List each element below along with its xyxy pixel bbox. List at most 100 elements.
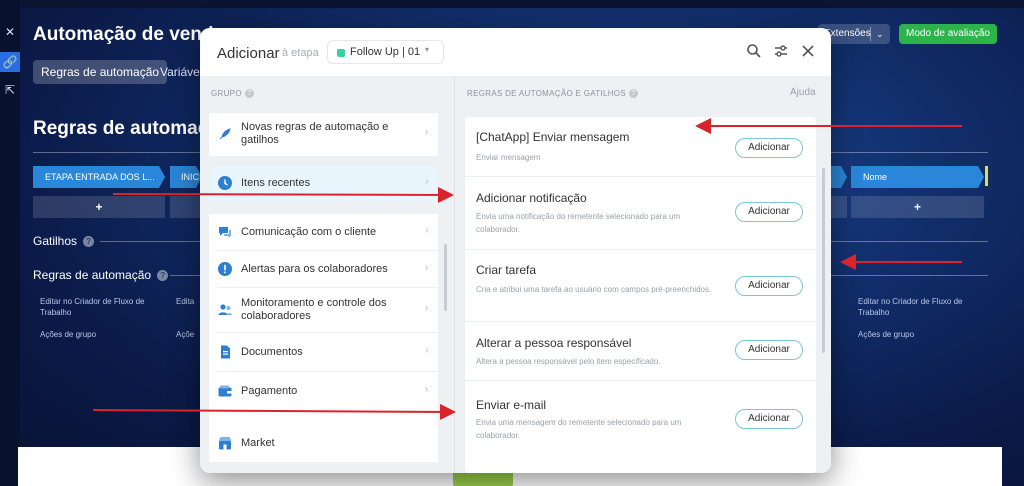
chevron-right-icon: › (425, 384, 429, 395)
add-rule-button[interactable] (170, 196, 200, 218)
tab-automation-rules[interactable]: Regras de automação (33, 60, 168, 84)
help-icon[interactable]: ? (628, 89, 638, 99)
group-item-market[interactable]: Market (209, 425, 438, 462)
history-icon (217, 175, 233, 191)
link-icon[interactable]: 🔗 (0, 52, 20, 72)
add-rule-button[interactable]: + (33, 196, 165, 218)
group-actions-link[interactable]: Ações de grupo (858, 329, 914, 340)
chevron-right-icon: › (425, 176, 429, 187)
rules-list-scrollbar[interactable] (822, 168, 825, 353)
workflow-editor-link[interactable]: Edita (176, 296, 194, 307)
group-item-label: Alertas para os colaboradores (241, 263, 388, 275)
group-item-label: Market (241, 437, 275, 449)
dialog-subtitle: à etapa (282, 47, 319, 59)
rule-item: Enviar e-mail Envia uma mensagem do reme… (465, 381, 816, 473)
add-rule-dialog: Adicionar à etapa Follow Up | 01 ▾ GRUPO… (200, 28, 831, 473)
chevron-right-icon: › (425, 225, 429, 236)
rule-item: [ChatApp] Enviar mensagem Enviar mensage… (465, 117, 816, 176)
add-rule-button[interactable]: Adicionar (735, 276, 803, 296)
group-list-scrollbar[interactable] (444, 244, 447, 311)
rule-description: Cria e atribui uma tarefa ao usuário com… (476, 285, 712, 294)
add-rule-button[interactable]: + (851, 196, 984, 218)
chevron-down-icon[interactable]: ⌄ (876, 24, 884, 44)
stage-column-header[interactable] (831, 166, 847, 188)
divider (830, 275, 988, 276)
group-card: Novas regras de automação e gatilhos › (209, 113, 438, 156)
help-icon[interactable]: ? (83, 236, 95, 248)
rule-description: Altera a pessoa responsável pelo item es… (476, 357, 661, 366)
group-item-documents[interactable]: Documentos › (209, 333, 438, 371)
rule-item: Adicionar notificação Envia uma notifica… (465, 177, 816, 249)
group-item-label: Monitoramento e controle dos colaborador… (241, 297, 387, 322)
chevron-down-icon: ▾ (425, 45, 430, 54)
add-rule-button[interactable] (831, 196, 847, 218)
group-item-payment[interactable]: Pagamento › (209, 372, 438, 410)
workflow-editor-link[interactable]: Editar no Criador de Fluxo de Trabalho (40, 296, 155, 318)
dialog-title: Adicionar (217, 45, 280, 62)
rule-description: Enviar mensagem (476, 153, 541, 162)
settings-sliders-icon[interactable] (772, 42, 790, 60)
evaluation-mode-button[interactable]: Modo de avaliação (899, 24, 997, 44)
group-card: Comunicação com o cliente › Alertas para… (209, 214, 438, 437)
group-item-new-rules[interactable]: Novas regras de automação e gatilhos › (209, 113, 438, 156)
market-icon (217, 435, 233, 451)
rule-description: Envia uma mensagem do remetente selecion… (476, 418, 682, 440)
external-icon[interactable]: ⇱ (0, 80, 20, 100)
extensions-label: Extensões (824, 28, 871, 39)
triggers-section: Gatilhos? (33, 234, 95, 248)
app-title: Automação de venda (33, 24, 225, 45)
workflow-editor-link[interactable]: Editar no Criador de Fluxo de Trabalho (858, 296, 973, 318)
alert-icon (217, 261, 233, 277)
stage-select[interactable]: Follow Up | 01 ▾ (327, 40, 444, 64)
group-item-label: Novas regras de automação e gatilhos (241, 121, 389, 146)
rule-description: Envia uma notificação do remetente selec… (476, 212, 681, 234)
add-rule-button[interactable]: Adicionar (735, 202, 803, 222)
rule-title: Criar tarefa (476, 263, 537, 277)
rule-title: Adicionar notificação (476, 191, 587, 205)
group-item-recent[interactable]: Itens recentes › (209, 165, 438, 202)
help-icon[interactable]: ? (157, 270, 169, 282)
add-rule-button[interactable]: Adicionar (735, 340, 803, 360)
triggers-label: Gatilhos (33, 234, 78, 248)
stage-column-header[interactable]: ETAPA ENTRADA DOS L... (33, 166, 165, 188)
add-rule-button[interactable]: Adicionar (735, 138, 803, 158)
add-rule-button[interactable]: Adicionar (735, 409, 803, 429)
divider (830, 152, 988, 153)
top-strip (0, 0, 1024, 8)
dialog-body: GRUPO? REGRAS DE AUTOMAÇÃO E GATILHOS? A… (200, 76, 831, 473)
group-header-label: GRUPO (211, 89, 242, 98)
group-item-employee-alerts[interactable]: Alertas para os colaboradores › (209, 251, 438, 287)
divider (33, 152, 203, 153)
chevron-right-icon: › (425, 127, 429, 138)
group-card: Itens recentes › (209, 165, 438, 202)
rules-header-label: REGRAS DE AUTOMAÇÃO E GATILHOS (467, 89, 626, 98)
group-column-header: GRUPO? (211, 89, 254, 99)
close-icon[interactable]: ✕ (0, 22, 20, 42)
help-link[interactable]: Ajuda (790, 87, 816, 98)
rules-list: [ChatApp] Enviar mensagem Enviar mensage… (465, 117, 816, 473)
rule-title: [ChatApp] Enviar mensagem (476, 130, 630, 144)
stage-marker (985, 166, 988, 186)
chevron-right-icon: › (425, 262, 429, 273)
stage-column-header[interactable]: INIC (170, 166, 202, 188)
people-icon (217, 302, 233, 318)
rules-section: Regras de automação? (33, 268, 169, 282)
help-icon[interactable]: ? (244, 89, 254, 99)
search-icon[interactable] (745, 42, 763, 60)
divider (830, 241, 988, 242)
rules-column-header: REGRAS DE AUTOMAÇÃO E GATILHOS? (467, 89, 638, 99)
group-item-employee-monitoring[interactable]: Monitoramento e controle dos colaborador… (209, 288, 438, 332)
rule-title: Alterar a pessoa responsável (476, 336, 632, 350)
group-item-label: Itens recentes (241, 177, 311, 189)
rocket-icon (217, 126, 233, 142)
rules-label: Regras de automação (33, 268, 152, 282)
stage-color-dot (337, 49, 345, 57)
divider (870, 27, 871, 41)
group-actions-link[interactable]: Açõe (176, 329, 194, 340)
group-item-label: Documentos (241, 346, 303, 358)
close-icon[interactable] (799, 42, 817, 60)
stage-column-header[interactable]: Nome (851, 166, 984, 188)
group-actions-link[interactable]: Ações de grupo (40, 329, 96, 340)
stage-select-value: Follow Up | 01 (350, 46, 421, 58)
group-item-client-communication[interactable]: Comunicação com o cliente › (209, 214, 438, 250)
